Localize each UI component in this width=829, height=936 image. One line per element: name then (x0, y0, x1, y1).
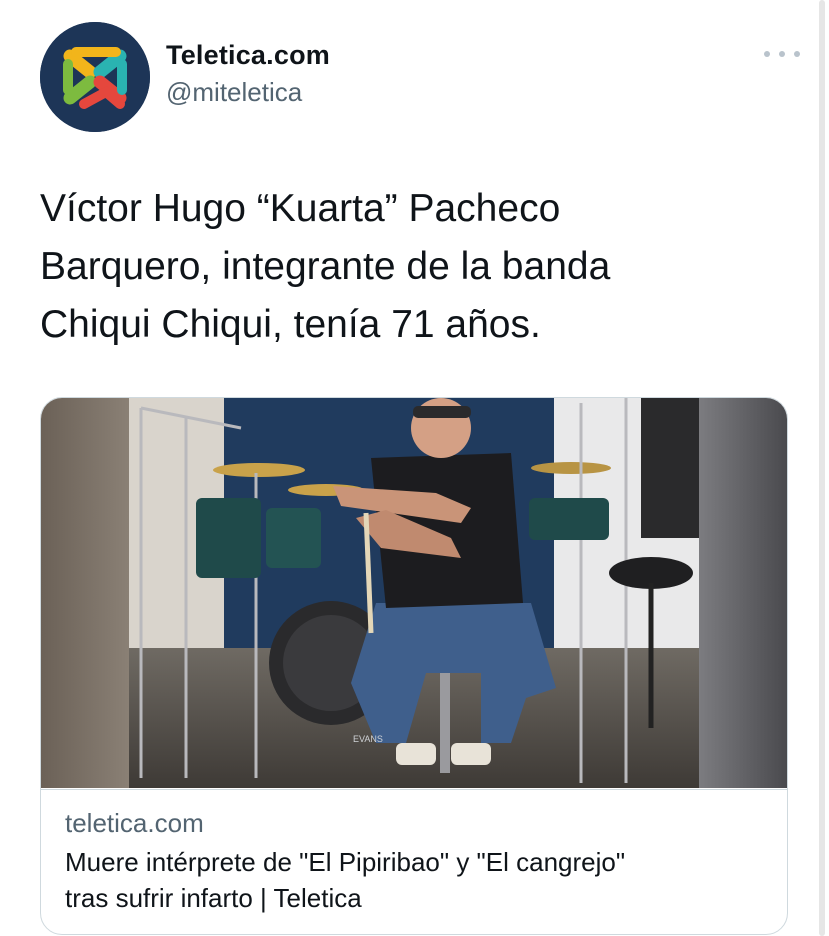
more-options-button[interactable] (764, 42, 800, 66)
card-domain: teletica.com (65, 808, 204, 838)
account-handle[interactable]: @miteletica (166, 77, 330, 108)
card-title-line: Muere intérprete de "El Pipiribao" y "El… (65, 847, 626, 877)
tweet-text-line: Víctor Hugo “Kuarta” Pacheco (40, 187, 561, 230)
drummer-photo: EVANS (41, 398, 787, 788)
teletica-logo-icon (40, 22, 150, 132)
more-horizontal-icon (779, 51, 785, 57)
tweet-header: Teletica.com @miteletica (40, 22, 800, 132)
tweet-text: Víctor Hugo “Kuarta” Pacheco Barquero, i… (40, 180, 780, 354)
scrollbar[interactable] (815, 0, 829, 936)
more-horizontal-icon (764, 51, 770, 57)
card-meta[interactable]: teletica.com Muere intérprete de "El Pip… (41, 789, 787, 934)
tweet-text-line: Barquero, integrante de la banda (40, 245, 611, 288)
card-title: Muere intérprete de "El Pipiribao" y "El… (65, 844, 775, 916)
display-name[interactable]: Teletica.com (166, 40, 330, 71)
drum-brand-text: EVANS (353, 734, 383, 744)
scrollbar-thumb[interactable] (819, 0, 825, 936)
card-image[interactable]: EVANS (41, 398, 787, 788)
card-title-line: tras sufrir infarto | Teletica (65, 883, 362, 913)
more-horizontal-icon (794, 51, 800, 57)
link-preview-card[interactable]: EVANS teletica.com Muere intérprete de "… (40, 397, 788, 935)
tweet-text-line: Chiqui Chiqui, tenía 71 años. (40, 303, 541, 346)
avatar[interactable] (40, 22, 150, 132)
